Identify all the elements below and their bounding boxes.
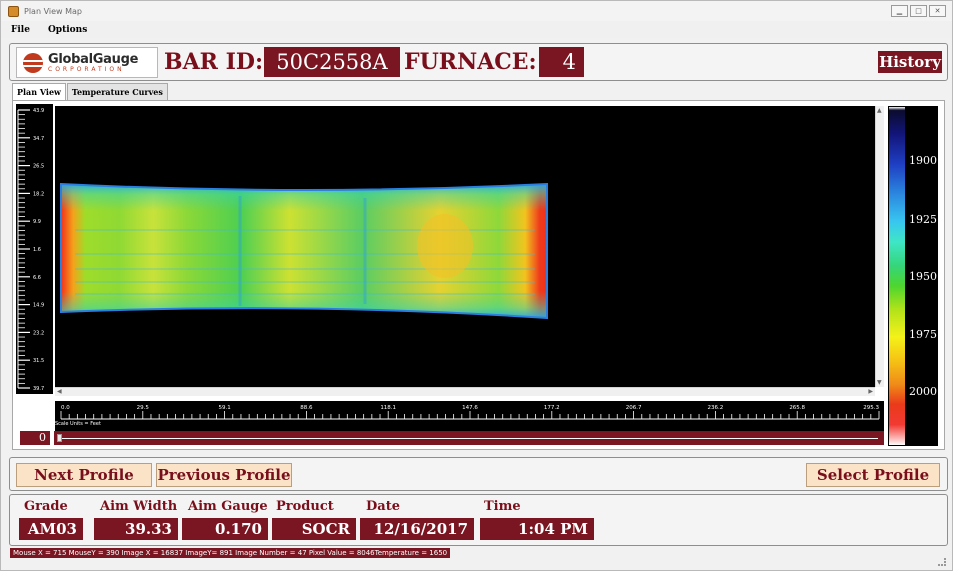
thermal-heatmap[interactable] bbox=[55, 106, 875, 387]
heatmap-svg bbox=[60, 182, 548, 320]
horizontal-ruler-label: 295.3 bbox=[863, 405, 879, 411]
vertical-ruler-svg: 43.9 34.7 26.5 18.2 9.9 1.6 6.6 14.9 23.2 31.5 39.… bbox=[17, 108, 44, 392]
aim-gauge-label: Aim Gauge bbox=[188, 499, 268, 514]
horizontal-ruler: 0.0 29.5 59.1 88.6 118.1 147.6 177.2 206.7 236.2… bbox=[55, 401, 884, 431]
menu-file[interactable]: File bbox=[1, 25, 38, 35]
close-icon[interactable]: ✕ bbox=[929, 5, 946, 17]
horizontal-scrollbar[interactable]: ◀ ▶ bbox=[55, 387, 875, 396]
menu-bar: File Options bbox=[1, 21, 952, 38]
time-label: Time bbox=[484, 499, 521, 514]
vertical-ruler-label: 43.9 bbox=[33, 108, 44, 114]
select-profile-button[interactable]: Select Profile bbox=[806, 463, 940, 487]
horizontal-ruler-label: 0.0 bbox=[61, 405, 70, 411]
product-label: Product bbox=[276, 499, 334, 514]
maximize-icon[interactable]: □ bbox=[910, 5, 927, 17]
window-title: Plan View Map bbox=[24, 6, 82, 16]
product-info-panel: Grade AM03 Aim Width 39.33 Aim Gauge 0.1… bbox=[9, 494, 948, 546]
vertical-ruler: 43.9 34.7 26.5 18.2 9.9 1.6 6.6 14.9 23.2 31.5 39.… bbox=[16, 104, 53, 394]
horizontal-ruler-label: 59.1 bbox=[218, 405, 230, 411]
app-icon bbox=[8, 5, 19, 17]
vertical-ruler-label: 14.9 bbox=[33, 303, 44, 309]
menu-options[interactable]: Options bbox=[38, 25, 95, 35]
furnace-value: 4 bbox=[539, 47, 584, 77]
logo-sub-text: CORPORATION bbox=[48, 65, 125, 73]
bar-id-label: BAR ID: bbox=[164, 49, 264, 75]
profile-nav-panel: Next Profile Previous Profile Select Pro… bbox=[9, 457, 948, 491]
globe-icon bbox=[23, 52, 43, 73]
colorbar-label: 1975 bbox=[909, 328, 937, 341]
horizontal-ruler-label: 265.8 bbox=[789, 405, 805, 411]
header-panel: GlobalGauge CORPORATION BAR ID: 50C2558A… bbox=[9, 43, 948, 81]
furnace-label: FURNACE: bbox=[404, 49, 537, 75]
tab-temperature-curves[interactable]: Temperature Curves bbox=[66, 83, 168, 100]
vertical-ruler-label: 23.2 bbox=[33, 330, 44, 336]
vertical-ruler-label: 18.2 bbox=[33, 191, 44, 197]
logo-main-text: GlobalGauge bbox=[48, 51, 139, 67]
view-tabs: Plan View Temperature Curves bbox=[12, 83, 169, 100]
profile-slider-thumb[interactable] bbox=[57, 434, 62, 442]
previous-profile-button[interactable]: Previous Profile bbox=[156, 463, 292, 487]
vertical-ruler-label: 39.7 bbox=[33, 386, 44, 392]
scroll-down-icon[interactable]: ▼ bbox=[877, 379, 882, 386]
window-controls: ▁ □ ✕ bbox=[891, 5, 946, 17]
bar-id-value: 50C2558A bbox=[264, 47, 400, 77]
horizontal-ruler-label: 177.2 bbox=[544, 405, 560, 411]
horizontal-ruler-label: 236.2 bbox=[708, 405, 724, 411]
next-profile-button[interactable]: Next Profile bbox=[16, 463, 152, 487]
colorbar-label: 1950 bbox=[909, 270, 937, 283]
company-logo: GlobalGauge CORPORATION bbox=[16, 47, 158, 78]
colorbar-label: 2000 bbox=[909, 385, 937, 398]
scale-units-label: Scale Units = Feet bbox=[55, 421, 101, 427]
vertical-ruler-label: 9.9 bbox=[33, 219, 41, 225]
aim-width-value: 39.33 bbox=[94, 518, 178, 540]
colorbar-label: 1900 bbox=[909, 154, 937, 167]
vertical-ruler-label: 26.5 bbox=[33, 164, 44, 170]
vertical-ruler-label: 1.6 bbox=[33, 247, 41, 253]
date-label: Date bbox=[366, 499, 400, 514]
horizontal-ruler-label: 118.1 bbox=[380, 405, 396, 411]
profile-number: 0 bbox=[20, 431, 50, 445]
scroll-left-icon[interactable]: ◀ bbox=[57, 388, 62, 395]
product-value: SOCR bbox=[272, 518, 356, 540]
title-bar: Plan View Map ▁ □ ✕ bbox=[1, 1, 952, 21]
scroll-up-icon[interactable]: ▲ bbox=[877, 107, 882, 114]
vertical-ruler-label: 6.6 bbox=[33, 275, 41, 281]
vertical-ruler-label: 34.7 bbox=[33, 136, 44, 142]
profile-slider-line bbox=[60, 438, 878, 439]
horizontal-ruler-label: 29.5 bbox=[137, 405, 150, 411]
vertical-ruler-label: 31.5 bbox=[33, 358, 44, 364]
horizontal-ruler-label: 206.7 bbox=[626, 405, 642, 411]
horizontal-ruler-label: 147.6 bbox=[462, 405, 478, 411]
history-button[interactable]: History bbox=[878, 51, 942, 73]
grade-label: Grade bbox=[24, 499, 68, 514]
tab-plan-view[interactable]: Plan View bbox=[12, 83, 66, 100]
aim-gauge-value: 0.170 bbox=[182, 518, 268, 540]
vertical-scrollbar[interactable]: ▲ ▼ bbox=[875, 106, 884, 387]
grade-value: AM03 bbox=[19, 518, 83, 540]
colorbar-gradient bbox=[889, 107, 905, 445]
colorbar-label: 1925 bbox=[909, 213, 937, 226]
profile-slider[interactable] bbox=[54, 431, 884, 445]
resize-grip-icon[interactable] bbox=[938, 558, 946, 566]
temperature-colorbar: 1900 1925 1950 1975 2000 bbox=[888, 106, 938, 446]
minimize-icon[interactable]: ▁ bbox=[891, 5, 908, 17]
horizontal-ruler-svg: 0.0 29.5 59.1 88.6 118.1 147.6 177.2 206.7 236.2… bbox=[60, 405, 879, 420]
time-value: 1:04 PM bbox=[480, 518, 594, 540]
profile-slider-bar: 0 bbox=[20, 431, 884, 445]
aim-width-label: Aim Width bbox=[100, 499, 178, 514]
scroll-right-icon[interactable]: ▶ bbox=[868, 388, 873, 395]
horizontal-ruler-label: 88.6 bbox=[300, 405, 313, 411]
date-value: 12/16/2017 bbox=[360, 518, 474, 540]
status-bar: Mouse X = 715 MouseY = 390 Image X = 168… bbox=[10, 548, 451, 558]
app-window: Plan View Map ▁ □ ✕ File Options GlobalG… bbox=[0, 0, 953, 571]
